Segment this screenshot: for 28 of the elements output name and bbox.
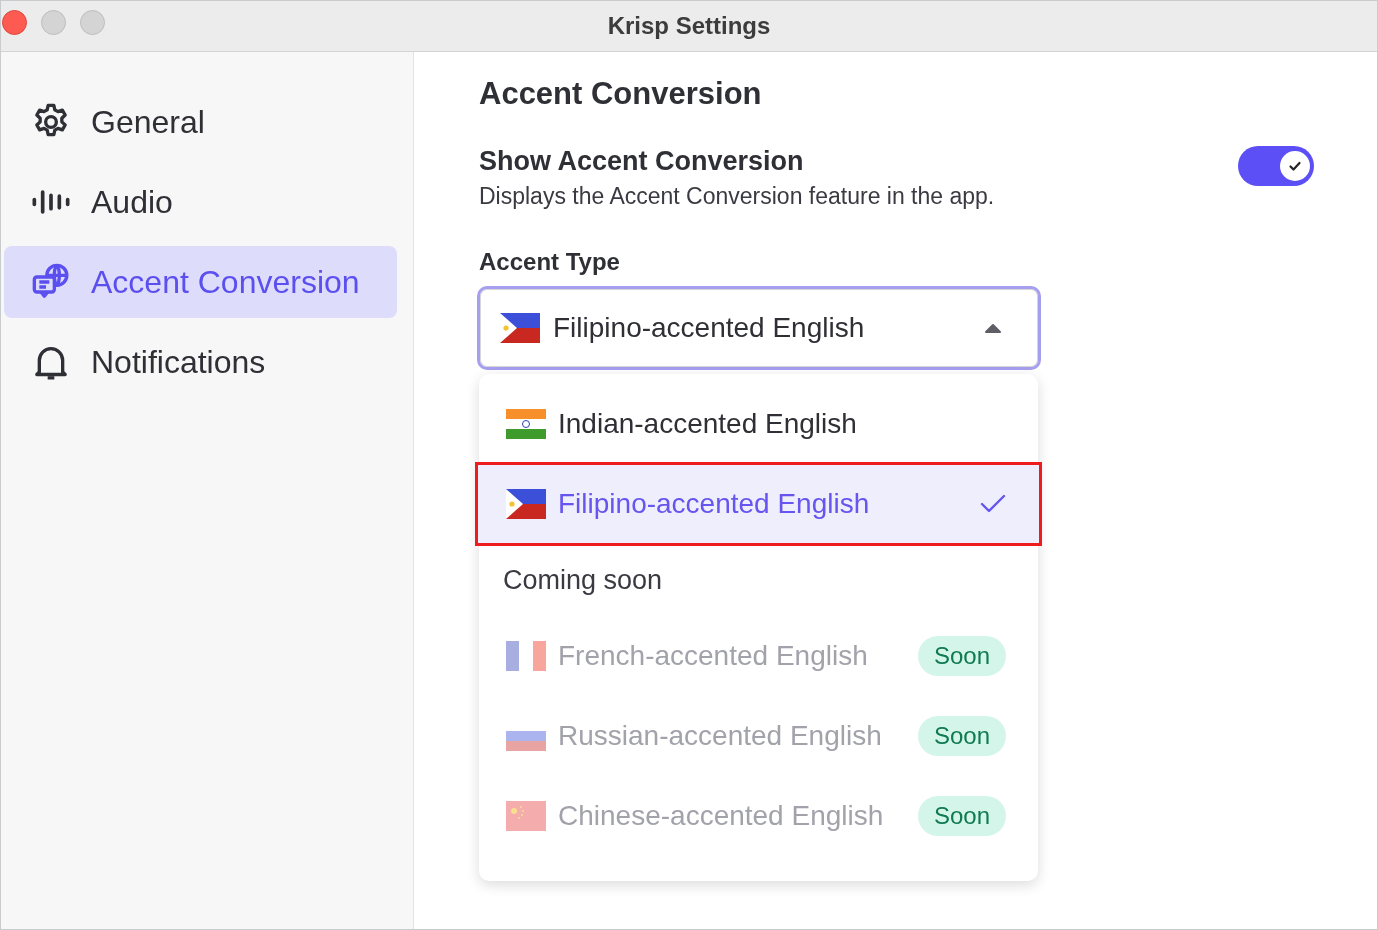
toggle-switch[interactable]: [1238, 146, 1314, 186]
checkmark-icon: [980, 494, 1006, 514]
sidebar-item[interactable]: General: [4, 86, 397, 158]
menu-option: Russian-accented English Soon: [479, 696, 1038, 776]
sidebar-item[interactable]: Notifications: [4, 326, 397, 398]
window-title: Krisp Settings: [607, 12, 771, 40]
soon-badge: Soon: [917, 716, 1006, 756]
menu-option[interactable]: Filipino-accented English: [477, 464, 1040, 544]
menu-option[interactable]: Indian-accented English: [479, 384, 1038, 464]
accent-dropdown[interactable]: Filipino-accented English: [477, 286, 1041, 370]
section-title: Accent Conversion: [479, 76, 762, 112]
menu-option: Chinese-accented English Soon: [479, 776, 1038, 856]
china-flag-icon: [506, 801, 546, 831]
india-flag-icon: [506, 409, 546, 439]
section-label: Coming soon: [502, 563, 664, 597]
soon-badge: Soon: [917, 636, 1006, 676]
close-button[interactable]: [2, 10, 27, 35]
setting-title: Show Accent Conversion: [479, 146, 805, 177]
menu-option: French-accented English Soon: [479, 616, 1038, 696]
field-label: Accent Type: [479, 248, 620, 276]
philippines-flag-icon: [500, 313, 540, 343]
sidebar-item[interactable]: Accent Conversion: [4, 246, 397, 318]
soon-badge: Soon: [917, 796, 1006, 836]
setting-description: Displays the Accent Conversion feature in the app.: [479, 183, 995, 210]
philippines-flag-icon: [506, 489, 546, 519]
france-flag-icon: [506, 641, 546, 671]
sidebar-item[interactable]: Audio: [4, 166, 397, 238]
caret-up-icon: [984, 323, 1002, 333]
